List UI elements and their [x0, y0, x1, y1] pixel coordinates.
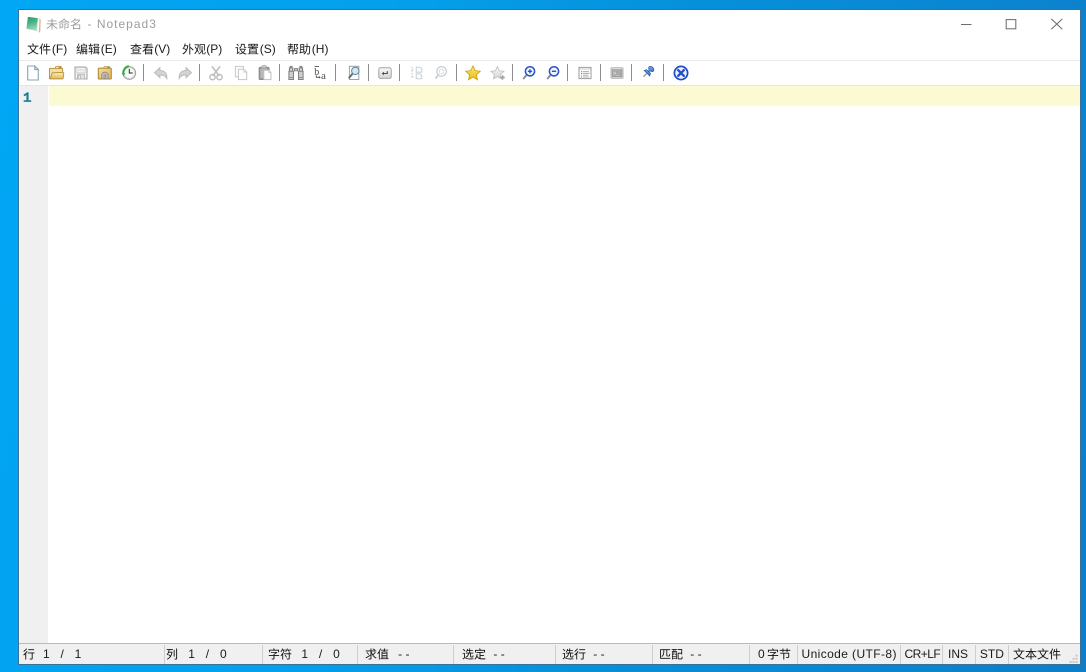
svg-text:a: a: [321, 70, 326, 81]
svg-text:>_: >_: [613, 69, 620, 76]
